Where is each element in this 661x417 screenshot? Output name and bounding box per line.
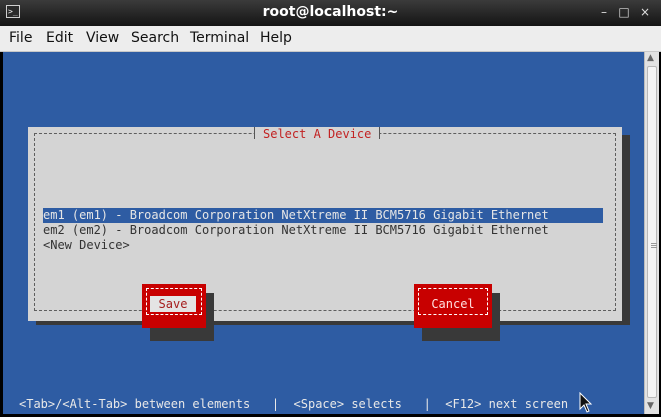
scroll-up-icon[interactable]: ▲ bbox=[647, 53, 654, 63]
terminal-scrollbar[interactable]: ▲ ▼ bbox=[644, 52, 659, 414]
menu-edit[interactable]: Edit bbox=[46, 30, 73, 46]
save-button[interactable]: Save bbox=[142, 284, 206, 328]
terminal-screen[interactable]: Select A Device em1 (em1) - Broadcom Cor… bbox=[3, 52, 644, 414]
menu-help[interactable]: Help bbox=[260, 30, 292, 46]
window-title: root@localhost:~ bbox=[262, 4, 399, 20]
save-button-label: Save bbox=[150, 296, 196, 312]
menu-bar: File Edit View Search Terminal Help bbox=[0, 26, 661, 52]
window-title-bar[interactable]: >_ root@localhost:~ – □ × bbox=[0, 0, 661, 26]
status-line: <Tab>/<Alt-Tab> between elements | <Spac… bbox=[19, 397, 569, 411]
scrollbar-grip-icon bbox=[651, 243, 657, 244]
scrollbar-thumb[interactable] bbox=[647, 66, 657, 398]
device-list[interactable]: em1 (em1) - Broadcom Corporation NetXtre… bbox=[43, 208, 603, 253]
menu-view[interactable]: View bbox=[86, 30, 119, 46]
minimize-icon[interactable]: – bbox=[597, 5, 611, 19]
cancel-button[interactable]: Cancel bbox=[414, 284, 492, 328]
menu-terminal[interactable]: Terminal bbox=[190, 30, 249, 46]
device-item-em1[interactable]: em1 (em1) - Broadcom Corporation NetXtre… bbox=[43, 208, 603, 223]
mouse-pointer-icon bbox=[579, 392, 593, 413]
device-item-em2[interactable]: em2 (em2) - Broadcom Corporation NetXtre… bbox=[43, 223, 603, 238]
cancel-button-label: Cancel bbox=[431, 297, 475, 311]
close-icon[interactable]: × bbox=[638, 5, 652, 19]
select-device-dialog: Select A Device em1 (em1) - Broadcom Cor… bbox=[28, 127, 622, 341]
menu-file[interactable]: File bbox=[9, 30, 32, 46]
dialog-title: Select A Device bbox=[254, 127, 381, 141]
maximize-icon[interactable]: □ bbox=[617, 5, 631, 19]
device-item-new[interactable]: <New Device> bbox=[43, 238, 603, 253]
scroll-down-icon[interactable]: ▼ bbox=[647, 401, 654, 411]
menu-search[interactable]: Search bbox=[131, 30, 179, 46]
